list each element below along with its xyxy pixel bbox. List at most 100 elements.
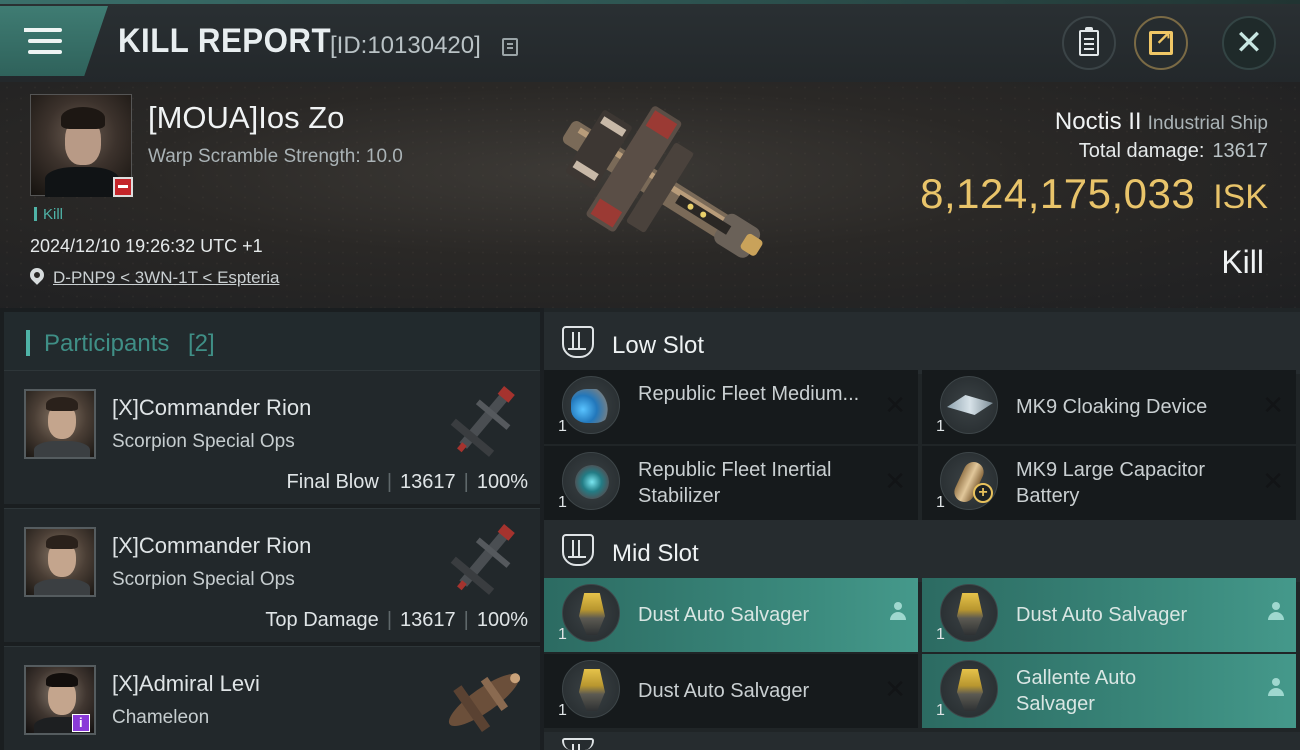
module-qty: 1 — [558, 494, 567, 511]
fitting-panel[interactable]: Low Slot 1 Republic Fleet Medium... ✕ 1 … — [544, 308, 1300, 750]
chameleon-ship-icon — [448, 673, 521, 732]
participant-avatar[interactable] — [24, 527, 96, 597]
participant-name: [X]Commander Rion — [112, 533, 312, 558]
participants-count: [2] — [188, 330, 215, 357]
module-name: Dust Auto Salvager — [1016, 604, 1188, 626]
mid-slot-header: Mid Slot — [544, 520, 1300, 582]
participants-panel[interactable]: Participants [2] [X]Commander Rion Scorp… — [0, 308, 540, 750]
corp-badge-icon — [113, 177, 133, 197]
low-slot-label: Low Slot — [612, 332, 705, 359]
isk-unit: ISK — [1213, 178, 1268, 216]
destroyed-icon: ✕ — [884, 390, 906, 420]
module-slot[interactable]: 1 MK9 Cloaking Device ✕ — [922, 370, 1296, 444]
module-slot[interactable]: 1 Gallente Auto Salvager — [922, 654, 1296, 728]
participant-damage: 13617 — [400, 609, 456, 631]
destroyed-icon: ✕ — [884, 674, 906, 704]
module-qty: 1 — [558, 626, 567, 643]
victim-ship-info: Noctis II Industrial Ship — [1055, 108, 1268, 136]
scorpion-ship-icon — [450, 386, 515, 457]
module-slot[interactable]: 1 Dust Auto Salvager — [922, 578, 1296, 652]
module-name: Gallente Auto Salvager — [1016, 667, 1137, 715]
close-button[interactable]: ✕ — [1222, 16, 1276, 70]
module-qty: 1 — [936, 626, 945, 643]
participant-percent: 100% — [476, 471, 528, 493]
module-qty: 1 — [936, 418, 945, 435]
module-qty: 1 — [936, 702, 945, 719]
menu-button[interactable] — [0, 6, 108, 76]
warp-scramble-strength: Warp Scramble Strength: 10.0 — [148, 146, 403, 167]
participant-ship: Scorpion Special Ops — [112, 569, 295, 590]
dropped-person-icon — [890, 602, 906, 624]
kill-location-link[interactable]: D-PNP9 < 3WN-1T < Espteria — [53, 268, 279, 288]
propulsion-module-icon — [562, 376, 620, 434]
destroyed-icon: ✕ — [1262, 390, 1284, 420]
module-qty: 1 — [558, 702, 567, 719]
salvager-icon — [940, 584, 998, 642]
module-slot[interactable]: 1 Republic Fleet Inertial Stabilizer ✕ — [544, 446, 918, 520]
participant-role: Final Blow — [286, 471, 379, 493]
victim-ship-name[interactable]: Noctis II — [1055, 108, 1142, 135]
participants-title: Participants — [44, 330, 170, 357]
kill-result: Kill — [1221, 244, 1264, 280]
kill-tag: Kill — [34, 206, 63, 223]
module-name: Dust Auto Salvager — [638, 680, 810, 702]
victim-name[interactable]: [MOUA]Ios Zo — [148, 100, 344, 136]
participant-stats: Top Damage | 13617 | 100% — [265, 609, 528, 631]
scorpion-ship-icon — [450, 524, 515, 595]
victim-ship-image — [562, 106, 763, 258]
participant-name: [X]Admiral Levi — [112, 671, 260, 696]
low-slot-header: Low Slot — [544, 312, 1300, 374]
module-slot[interactable]: 1 Dust Auto Salvager ✕ — [544, 654, 918, 728]
destroyed-icon: ✕ — [1262, 466, 1284, 496]
participant-card[interactable]: [X]Admiral Levi Chameleon — [4, 646, 540, 750]
module-name: Republic Fleet Inertial Stabilizer — [638, 459, 832, 507]
share-icon — [1149, 26, 1173, 55]
low-slot-icon — [562, 326, 594, 358]
participant-percent: 100% — [476, 609, 528, 631]
total-damage: Total damage: 13617 — [1079, 140, 1268, 163]
participants-header: Participants [2] — [4, 312, 540, 374]
dropped-person-icon — [1268, 678, 1284, 700]
page-title: KILL REPORT — [118, 22, 332, 60]
mid-slot-label: Mid Slot — [612, 540, 699, 567]
clipboard-icon — [1079, 27, 1099, 56]
share-button[interactable] — [1134, 16, 1188, 70]
module-slot[interactable]: 1 Dust Auto Salvager — [544, 578, 918, 652]
module-slot[interactable]: 1 Republic Fleet Medium... ✕ — [544, 370, 918, 444]
mid-slot-icon — [562, 534, 594, 566]
victim-ship-class: Industrial Ship — [1147, 113, 1268, 134]
participant-role: Top Damage — [265, 609, 379, 631]
module-qty: 1 — [936, 494, 945, 511]
capacitor-battery-icon: + — [940, 452, 998, 510]
participant-name: [X]Commander Rion — [112, 395, 312, 420]
salvager-icon — [940, 660, 998, 718]
inertial-stabilizer-icon — [562, 452, 620, 510]
participant-card[interactable]: [X]Commander Rion Scorpion Special Ops T… — [4, 508, 540, 642]
module-slot[interactable]: + 1 MK9 Large Capacitor Battery ✕ — [922, 446, 1296, 520]
total-damage-value: 13617 — [1212, 140, 1268, 162]
cloaking-device-icon — [940, 376, 998, 434]
copy-id-icon[interactable] — [502, 38, 518, 56]
destroyed-icon: ✕ — [884, 466, 906, 496]
salvager-icon — [562, 584, 620, 642]
participant-damage: 13617 — [400, 471, 456, 493]
participant-stats: Final Blow | 13617 | 100% — [286, 471, 528, 493]
participant-avatar[interactable] — [24, 389, 96, 459]
participant-ship: Scorpion Special Ops — [112, 431, 295, 452]
slot-icon — [562, 738, 594, 750]
module-name: Dust Auto Salvager — [638, 604, 810, 626]
dropped-person-icon — [1268, 602, 1284, 624]
module-name: Republic Fleet Medium... — [638, 383, 860, 405]
next-slot-header — [544, 732, 1300, 750]
module-name: MK9 Cloaking Device — [1016, 396, 1208, 418]
participant-card[interactable]: [X]Commander Rion Scorpion Special Ops F… — [4, 370, 540, 504]
kill-timestamp: 2024/12/10 19:26:32 UTC +1 — [30, 236, 263, 256]
alpha-clone-badge-icon — [72, 714, 90, 732]
module-qty: 1 — [558, 418, 567, 435]
salvager-icon — [562, 660, 620, 718]
clipboard-button[interactable] — [1062, 16, 1116, 70]
total-damage-label: Total damage: — [1078, 140, 1205, 162]
participant-ship: Chameleon — [112, 707, 210, 728]
module-name: MK9 Large Capacitor Battery — [1016, 459, 1205, 507]
isk-value: 8,124,175,033 — [920, 170, 1196, 217]
